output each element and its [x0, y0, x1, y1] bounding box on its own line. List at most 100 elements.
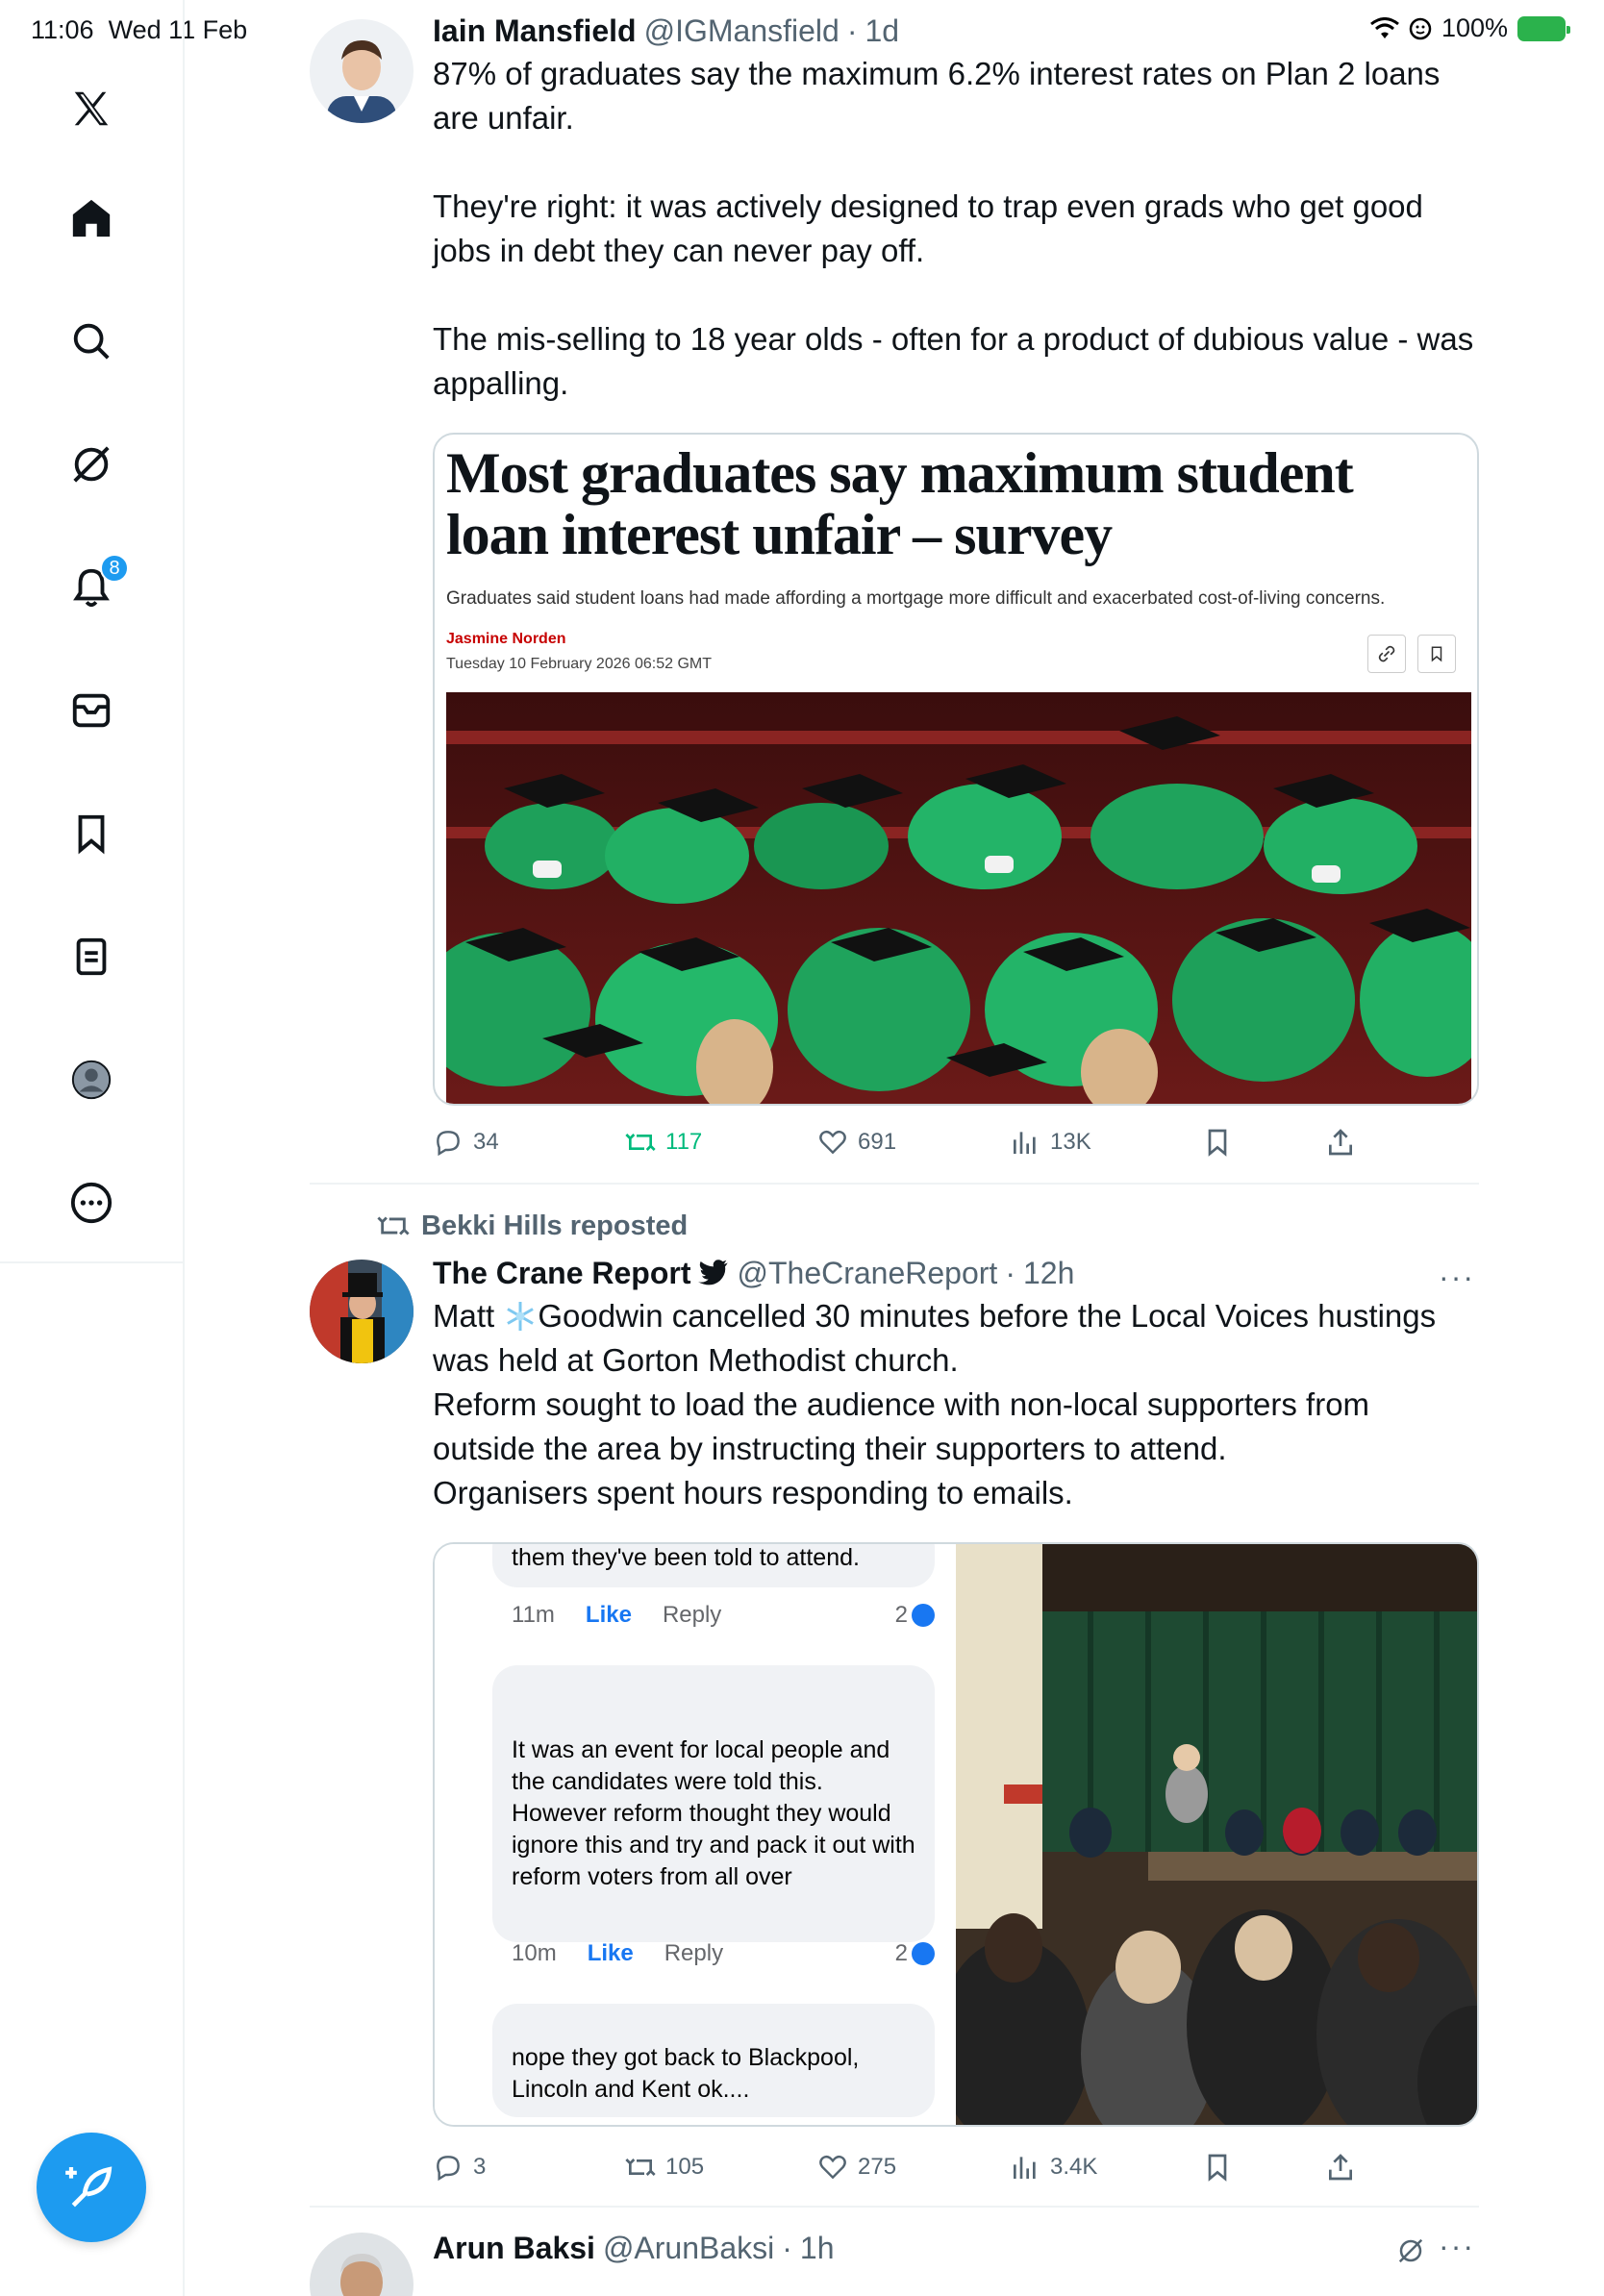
author-handle[interactable]: @ArunBaksi	[603, 2229, 774, 2267]
notifications-badge: 8	[100, 554, 129, 583]
tweet-text-prefix: Matt	[433, 1298, 495, 1334]
comment-bubble: them they've been told to attend.	[492, 1544, 935, 1587]
search-icon[interactable]	[63, 313, 119, 369]
article-author: Jasmine Norden	[446, 631, 566, 647]
separator-dot: ·	[846, 13, 858, 48]
avatar[interactable]	[310, 2233, 414, 2296]
tweet-actions: 34 117 691 13K	[433, 1127, 1394, 1165]
author-name[interactable]: The Crane Report	[433, 1254, 690, 1292]
tweet[interactable]: Iain Mansfield @IGMansfield · 1d 87% of …	[310, 0, 1479, 1185]
reply-icon	[437, 1131, 460, 1157]
share-icon	[1329, 2154, 1352, 2181]
author-name[interactable]: Iain Mansfield	[433, 12, 637, 50]
repost-indicator[interactable]: Bekki Hills reposted	[377, 1210, 688, 1242]
share-button[interactable]	[1325, 1127, 1356, 1158]
avatar[interactable]	[310, 1260, 414, 1363]
views-icon	[1014, 1132, 1036, 1154]
reply-button[interactable]: 3	[433, 2152, 486, 2183]
comment-bubble: It was an event for local people and the…	[492, 1665, 935, 1942]
bookmark-button[interactable]	[1202, 2152, 1233, 2183]
sidebar: 8	[0, 0, 185, 2296]
tweet-text-body: Goodwin cancelled 30 minutes before the …	[433, 1298, 1437, 1510]
comment-bubble: nope they got back to Blackpool, Lincoln…	[492, 2004, 935, 2117]
comment-count: 2	[895, 1940, 935, 1967]
tweet-text: 87% of graduates say the maximum 6.2% in…	[433, 56, 1474, 401]
repost-button[interactable]: 117	[625, 1127, 702, 1158]
views-button[interactable]: 3.4K	[1010, 2152, 1097, 2183]
reply-count: 3	[473, 2154, 487, 2180]
link-icon[interactable]	[1367, 635, 1406, 673]
bookmark-button[interactable]	[1202, 1127, 1233, 1158]
profile-icon[interactable]	[63, 1052, 119, 1108]
article-standfirst: Graduates said student loans had made af…	[446, 588, 1386, 609]
bookmark-icon	[1208, 1129, 1227, 1157]
repost-indicator-icon	[377, 1216, 410, 1235]
tweet-header: The Crane Report @TheCraneReport · 12h	[433, 1254, 1479, 1292]
sidebar-divider	[0, 1261, 185, 1263]
author-handle[interactable]: @TheCraneReport	[737, 1254, 997, 1292]
twitter-bird-icon	[698, 1260, 729, 1285]
tweet-divider	[310, 2206, 1479, 2208]
home-icon[interactable]	[63, 190, 119, 246]
tweet-actions: 3 105 275 3.4K	[433, 2152, 1394, 2190]
views-button[interactable]: 13K	[1010, 1127, 1091, 1158]
tweet-time[interactable]: 1h	[800, 2229, 835, 2267]
like-button[interactable]: 691	[817, 1127, 896, 1158]
bookmark-icon	[1208, 2154, 1227, 2182]
repost-button[interactable]: 105	[625, 2152, 704, 2183]
battery-icon	[1517, 15, 1570, 41]
more-icon[interactable]	[63, 1175, 119, 1231]
heart-icon	[819, 2155, 846, 2180]
messages-icon[interactable]	[63, 683, 119, 738]
bookmarks-icon[interactable]	[63, 806, 119, 861]
repost-icon	[625, 1134, 656, 1151]
x-logo-icon[interactable]	[63, 81, 119, 137]
comment-meta: 11m Like Reply 2	[512, 1602, 935, 1629]
comment-time: 10m	[512, 1940, 557, 1966]
tweet-header: Iain Mansfield @IGMansfield · 1d	[433, 12, 1479, 50]
views-icon	[1014, 2157, 1036, 2179]
reply-icon	[437, 2156, 460, 2182]
view-count: 3.4K	[1050, 2154, 1098, 2180]
author-handle[interactable]: @IGMansfield	[644, 12, 840, 50]
hustings-photo[interactable]	[937, 1544, 1477, 2125]
repost-count: 105	[665, 2154, 705, 2180]
avatar[interactable]	[310, 19, 414, 123]
compose-button[interactable]	[37, 2133, 146, 2242]
grok-icon[interactable]	[63, 437, 119, 492]
heart-icon	[819, 1130, 846, 1155]
tweet-media[interactable]: them they've been told to attend. 11m Li…	[433, 1542, 1479, 2127]
compose-feather-icon	[65, 2166, 113, 2208]
like-count: 275	[858, 2154, 897, 2180]
more-options-button[interactable]: ···	[1439, 1260, 1475, 1295]
like-thumb-icon	[912, 1942, 935, 1965]
repost-icon	[625, 2159, 656, 2176]
author-name[interactable]: Arun Baksi	[433, 2229, 595, 2267]
share-button[interactable]	[1325, 2152, 1356, 2183]
article-date: Tuesday 10 February 2026 06:52 GMT	[446, 656, 712, 672]
tweet-time[interactable]: 12h	[1023, 1254, 1074, 1292]
like-count: 691	[858, 1129, 897, 1155]
comment-like: Like	[587, 1940, 634, 1966]
reposted-by: Bekki Hills reposted	[421, 1210, 689, 1241]
comment-time: 11m	[512, 1602, 555, 1628]
save-article-icon[interactable]	[1417, 635, 1456, 673]
separator-dot: ·	[782, 2231, 792, 2265]
reply-button[interactable]: 34	[433, 1127, 499, 1158]
comment-meta: 10m Like Reply 2	[512, 1940, 935, 1967]
more-options-button[interactable]: ···	[1439, 2229, 1475, 2264]
view-count: 13K	[1050, 1129, 1091, 1155]
article-card[interactable]: Most graduates say maximum student loan …	[433, 433, 1479, 1106]
facebook-comments-screenshot[interactable]: them they've been told to attend. 11m Li…	[435, 1544, 950, 2125]
grok-icon[interactable]	[1396, 2236, 1425, 2265]
comment-reply: Reply	[662, 1602, 722, 1628]
tweet[interactable]: Arun Baksi @ArunBaksi · 1h ···	[310, 2229, 1479, 2296]
lists-icon[interactable]	[63, 929, 119, 985]
tweet-text: Matt Goodwin cancelled 30 minutes before…	[433, 1294, 1479, 1515]
notifications-icon[interactable]: 8	[63, 554, 129, 615]
like-button[interactable]: 275	[817, 2152, 896, 2183]
share-icon	[1329, 1129, 1352, 1156]
tweet-time[interactable]: 1d	[865, 12, 899, 50]
comment-like: Like	[585, 1602, 632, 1628]
comment-reply: Reply	[664, 1940, 724, 1966]
